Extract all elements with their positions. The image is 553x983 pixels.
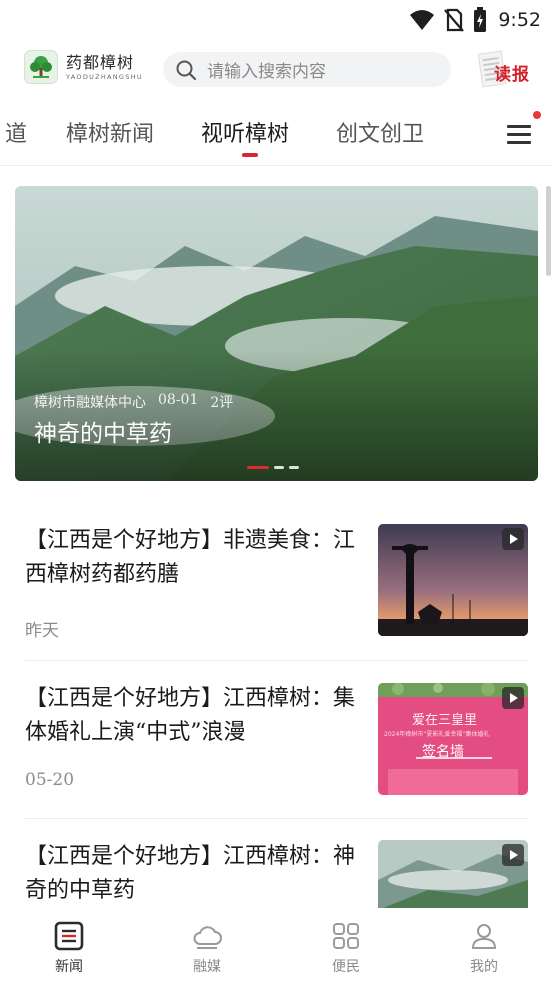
nav-news[interactable]: 新闻 [19,908,119,983]
search-icon [176,60,197,80]
video-play-icon [502,528,524,550]
tabs-fade [462,108,502,164]
battery-icon [474,7,487,32]
news-item[interactable]: 【江西是个好地方】江西樟树：集体婚礼上演“中式”浪漫 05-20 爱在三皇里 2… [25,682,528,802]
tab-audio-video[interactable]: 视听樟树 [201,116,289,148]
nav-label: 新闻 [55,959,83,975]
status-bar: 9:52 [0,0,553,40]
active-tab-indicator [242,153,258,157]
wifi-icon [410,10,435,30]
news-item[interactable]: 【江西是个好地方】非遗美食：江西樟树药都药膳 昨天 [25,524,528,644]
featured-banner[interactable]: 樟树市融媒体中心 08-01 2评 神奇的中草药 [15,186,538,481]
nav-media[interactable]: 融媒 [157,908,257,983]
status-icons: 9:52 [409,6,541,34]
notification-dot [533,111,541,119]
grid-icon [333,923,359,949]
wall-caption: 2024年樟树市“夏影礼爱幸福”集体婚礼 [384,731,490,738]
tab-civilization[interactable]: 创文创卫 [336,116,424,148]
logo-subtitle: YAODUZHANGSHU [66,72,143,81]
list-divider [25,818,528,819]
logo-title: 药都樟树 [66,52,135,72]
news-thumbnail [378,840,528,908]
cloud-icon [193,926,222,949]
bottom-navigation: 新闻 融媒 便民 我的 [0,908,553,983]
status-time: 9:52 [498,9,541,31]
channel-tabs: 道 樟树新闻 视听樟树 创文创卫 [0,108,553,166]
list-divider [25,660,528,661]
banner-comments: 2评 [210,395,234,411]
nav-profile[interactable]: 我的 [434,908,534,983]
nav-label: 融媒 [193,959,221,975]
news-title: 【江西是个好地方】非遗美食：江西樟树药都药膳 [25,528,356,587]
user-icon [471,924,497,949]
tab-zhangshu-news[interactable]: 樟树新闻 [66,116,154,148]
banner-date: 08-01 [158,392,199,408]
banner-source: 樟树市融媒体中心 [34,395,146,411]
carousel-dot [289,466,299,469]
read-paper-button[interactable]: 读报 [477,50,536,88]
news-title: 【江西是个好地方】江西樟树：神奇的中草药 [25,844,356,903]
news-item[interactable]: 【江西是个好地方】江西樟树：神奇的中草药 [25,840,528,908]
wall-slogan: 爱在三皇里 [412,713,478,728]
wall-sign-label: 签名墙 [422,744,464,760]
news-thumbnail: 爱在三皇里 2024年樟树市“夏影礼爱幸福”集体婚礼 签名墙 [378,683,528,795]
banner-title: 神奇的中草药 [34,421,172,447]
app-logo[interactable]: 药都樟树 YAODUZHANGSHU [24,50,143,84]
no-sim-icon [444,8,465,32]
nav-label: 便民 [332,959,360,975]
scrollbar[interactable] [546,186,551,276]
search-input[interactable]: 请输入搜索内容 [163,52,451,87]
news-date: 昨天 [25,621,59,641]
tab-partial[interactable]: 道 [5,116,27,148]
channel-menu-button[interactable] [505,122,533,146]
app-header: 药都樟树 YAODUZHANGSHU 请输入搜索内容 读报 [0,44,553,96]
carousel-dot [274,466,284,469]
video-play-icon [502,687,524,709]
nav-label: 我的 [470,959,498,975]
carousel-indicator [247,466,299,469]
banner-meta: 樟树市融媒体中心 08-01 2评 [34,392,233,412]
carousel-dot-active [247,466,269,469]
search-placeholder: 请输入搜索内容 [207,62,326,82]
read-paper-label: 读报 [494,65,530,85]
news-date: 05-20 [25,770,75,790]
news-title: 【江西是个好地方】江西樟树：集体婚礼上演“中式”浪漫 [25,686,356,745]
nav-services[interactable]: 便民 [296,908,396,983]
tree-logo-icon [24,50,58,84]
video-play-icon [502,844,524,866]
news-thumbnail [378,524,528,636]
news-icon [54,921,84,951]
